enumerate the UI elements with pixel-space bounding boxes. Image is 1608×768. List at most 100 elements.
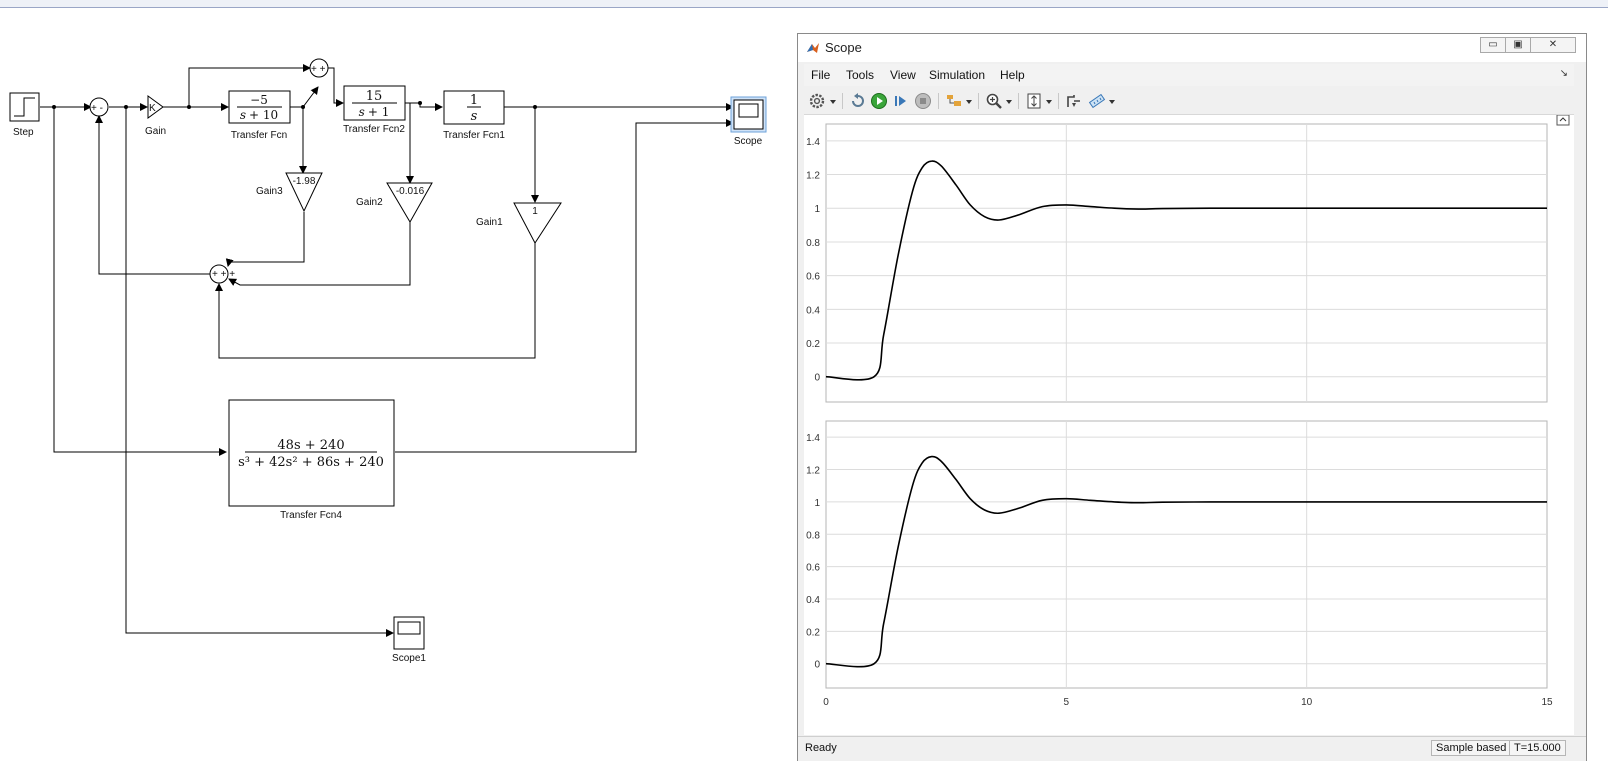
- tf1-numerator: 1: [470, 93, 478, 108]
- fit-dropdown-icon[interactable]: [1046, 100, 1052, 104]
- y-tick-label: 1.4: [806, 137, 820, 148]
- gain1-block[interactable]: 1 Gain1: [476, 202, 562, 244]
- sum2-signs: + +: [311, 64, 326, 75]
- restore-icon[interactable]: [849, 92, 867, 110]
- y-tick-label: 0.4: [806, 595, 820, 606]
- toolbar-separator: [1018, 93, 1019, 109]
- x-tick-label: 5: [1064, 697, 1070, 708]
- y-tick-label: 1.4: [806, 433, 820, 444]
- matlab-logo-icon: [807, 43, 819, 53]
- y-tick-label: 1.2: [806, 171, 820, 182]
- step-forward-icon[interactable]: [892, 92, 910, 110]
- svg-text:s+ 1: s + 1: [359, 105, 390, 119]
- sample-mode-indicator: Sample based: [1431, 740, 1512, 756]
- fit-axes-icon[interactable]: [1025, 92, 1043, 110]
- y-tick-label: 0.4: [806, 305, 820, 316]
- gain-label: Gain: [145, 126, 166, 137]
- gain3-label: Gain3: [256, 186, 283, 197]
- y-tick-label: 1.2: [806, 466, 820, 477]
- tf1-denominator: s: [471, 109, 478, 124]
- measure-dropdown-icon[interactable]: [1109, 100, 1115, 104]
- tf2-numerator: 15: [366, 89, 383, 104]
- highlight-dropdown-icon[interactable]: [966, 100, 972, 104]
- tf-numerator: −5: [250, 93, 268, 107]
- gain2-value: -0.016: [396, 186, 425, 197]
- gain2-block[interactable]: -0.016 Gain2: [356, 182, 433, 224]
- menu-help[interactable]: Help: [1000, 68, 1025, 82]
- y-tick-label: 1: [814, 498, 820, 509]
- sum2-block[interactable]: + +: [309, 58, 329, 78]
- step-block[interactable]: Step: [9, 92, 40, 138]
- status-text: Ready: [805, 742, 837, 754]
- transfer-fcn-block[interactable]: −5 s + 10 Transfer Fcn: [228, 90, 291, 141]
- scope-window-title: Scope: [825, 40, 862, 55]
- transfer-fcn2-block[interactable]: 15 s + 1 Transfer Fcn2: [343, 85, 406, 135]
- gain-block[interactable]: K Gain: [145, 95, 166, 137]
- stop-icon[interactable]: [914, 92, 932, 110]
- plot-axes-frame: [825, 123, 1548, 403]
- scope1-block[interactable]: Scope1: [392, 616, 426, 664]
- run-icon[interactable]: [870, 92, 888, 110]
- x-tick-label: 15: [1541, 697, 1553, 708]
- scope-plots-svg: 0 0.2 0.4 0.6 0.8 1 1.2 1.4 0 0.2 0.4 0.6 0.8 1 1.2 1.4…: [806, 114, 1570, 708]
- highlight-icon[interactable]: [945, 92, 963, 110]
- settings-dropdown-icon[interactable]: [830, 100, 836, 104]
- y-tick-label: 0.6: [806, 272, 820, 283]
- scope-window: Scope ▭ ▣ ✕ File Tools View Simulation H…: [797, 33, 1587, 761]
- scope-title-bar[interactable]: Scope ▭ ▣ ✕: [798, 34, 1586, 62]
- tf2-den-var: s: [359, 105, 365, 119]
- menu-tools[interactable]: Tools: [846, 68, 874, 82]
- zoom-in-icon[interactable]: [985, 92, 1003, 110]
- dock-arrow-icon[interactable]: ↘: [1560, 68, 1568, 79]
- minimize-button[interactable]: ▭: [1480, 37, 1506, 53]
- tf4-denominator: s³ + 42s² + 86s + 240: [238, 455, 384, 470]
- scope-status-bar: Ready Sample based T=15.000: [798, 736, 1586, 761]
- y-tick-label: 0: [814, 373, 820, 384]
- measure-icon[interactable]: [1088, 92, 1106, 110]
- tf2-den-rest: + 1: [368, 105, 390, 119]
- step-label: Step: [13, 127, 34, 138]
- sum1-signs: + -: [91, 103, 103, 114]
- y-tick-label: 0.2: [806, 627, 820, 638]
- tf4-label: Transfer Fcn4: [280, 510, 342, 521]
- tf4-numerator: 48s + 240: [277, 438, 344, 453]
- toolbar-separator: [1058, 93, 1059, 109]
- toolbar-separator: [938, 93, 939, 109]
- y-tick-label: 0.8: [806, 530, 820, 541]
- y-tick-label: 0.8: [806, 238, 820, 249]
- x-tick-label: 0: [823, 697, 829, 708]
- transfer-fcn4-block[interactable]: 48s + 240 s³ + 42s² + 86s + 240 Transfer…: [228, 399, 395, 521]
- sum3-signs: + + +: [212, 269, 235, 280]
- toolbar-separator: [842, 93, 843, 109]
- scope-block[interactable]: Scope: [730, 96, 767, 147]
- maximize-button[interactable]: ▣: [1505, 37, 1531, 53]
- toolbar-separator: [978, 93, 979, 109]
- transfer-fcn1-block[interactable]: 1 s Transfer Fcn1: [443, 90, 505, 141]
- block-diagram-canvas: Step + - K Gain −5 s + 10 Transfer Fcn + …: [9, 58, 767, 664]
- menu-file[interactable]: File: [811, 68, 830, 82]
- gain1-value: 1: [532, 206, 538, 217]
- settings-icon[interactable]: [808, 92, 826, 110]
- close-button[interactable]: ✕: [1530, 37, 1576, 53]
- tf-label: Transfer Fcn: [231, 130, 287, 141]
- y-tick-label: 0.6: [806, 563, 820, 574]
- menu-view[interactable]: View: [890, 68, 916, 82]
- tf-den-var: s: [240, 108, 246, 122]
- gain3-block[interactable]: -1.98 Gain3: [256, 172, 323, 213]
- y-tick-label: 0: [814, 660, 820, 671]
- gain2-label: Gain2: [356, 197, 383, 208]
- svg-text:s+ 10: s + 10: [240, 108, 278, 122]
- triggers-icon[interactable]: [1065, 92, 1083, 110]
- undock-legend-icon[interactable]: [1556, 114, 1570, 126]
- y-tick-label: 1: [814, 204, 820, 215]
- gain3-value: -1.98: [293, 176, 316, 187]
- scope-menu-bar: File Tools View Simulation Help ↘: [804, 64, 1574, 86]
- gain-symbol: K: [149, 103, 156, 114]
- sum1-block[interactable]: + -: [89, 97, 109, 117]
- menu-simulation[interactable]: Simulation: [929, 68, 985, 82]
- plot-axes-frame: [825, 420, 1548, 689]
- zoom-dropdown-icon[interactable]: [1006, 100, 1012, 104]
- tf-den-rest: + 10: [249, 108, 278, 122]
- time-indicator: T=15.000: [1509, 740, 1566, 756]
- scope1-label: Scope1: [392, 653, 426, 664]
